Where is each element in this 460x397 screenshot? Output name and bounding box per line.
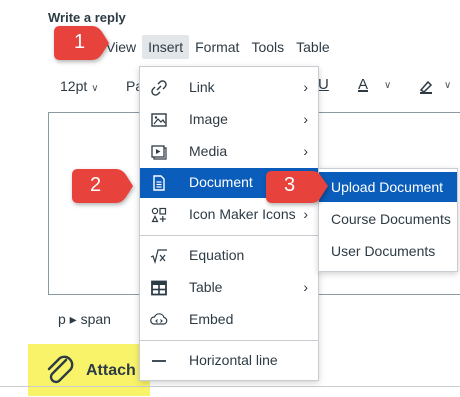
media-icon — [150, 143, 168, 161]
icon-maker-icon — [150, 206, 168, 224]
insert-menu-item-media[interactable]: Media › — [140, 137, 318, 167]
menu-item-label: Icon Maker Icons — [189, 206, 296, 222]
embed-icon — [150, 311, 168, 329]
chevron-right-icon: › — [303, 206, 308, 222]
element-path: p ▸ span — [58, 311, 111, 327]
insert-menu-item-embed[interactable]: Embed — [140, 305, 318, 335]
menu-item-label: Document — [189, 174, 253, 190]
menu-table[interactable]: Table — [290, 35, 335, 59]
menu-tools[interactable]: Tools — [245, 35, 290, 59]
chevron-right-icon: › — [303, 143, 308, 159]
image-icon — [150, 111, 168, 129]
submenu-item-user-documents[interactable]: User Documents — [319, 236, 457, 266]
callout-number: 2 — [90, 174, 102, 196]
submenu-item-label: Upload Document — [331, 179, 444, 195]
submenu-item-label: Course Documents — [331, 211, 451, 227]
menu-item-label: Image — [189, 111, 228, 127]
font-size-select[interactable]: 12pt ∨ — [60, 78, 99, 94]
attach-button[interactable]: Attach — [28, 344, 150, 396]
insert-menu-item-table[interactable]: Table › — [140, 273, 318, 303]
equation-icon — [150, 247, 168, 265]
menu-item-label: Equation — [189, 247, 245, 263]
chevron-down-icon[interactable]: ∨ — [384, 80, 391, 91]
menu-item-label: Link — [189, 79, 215, 95]
insert-menu-item-link[interactable]: Link › — [140, 73, 318, 103]
chevron-down-icon[interactable]: ∨ — [444, 80, 451, 91]
menu-separator — [140, 235, 318, 236]
horizontal-line-icon — [150, 352, 168, 370]
menu-separator — [140, 340, 318, 341]
font-size-value: 12pt — [60, 78, 88, 94]
callout-number: 3 — [284, 174, 296, 196]
menu-format[interactable]: Format — [189, 35, 245, 59]
insert-menu-item-horizontal-line[interactable]: Horizontal line — [140, 346, 318, 376]
chevron-down-icon: ∨ — [91, 83, 99, 94]
attach-label: Attach — [86, 362, 136, 379]
link-icon — [150, 79, 168, 97]
callout-number: 1 — [74, 31, 86, 53]
submenu-item-upload-document[interactable]: Upload Document — [319, 172, 457, 202]
insert-menu: Link › Image › Media › Document Icon Mak… — [139, 66, 319, 381]
text-color-button[interactable]: A — [358, 76, 368, 93]
submenu-item-course-documents[interactable]: Course Documents — [319, 204, 457, 234]
table-icon — [150, 279, 168, 297]
submenu-item-label: User Documents — [331, 243, 436, 259]
insert-menu-item-image[interactable]: Image › — [140, 105, 318, 135]
document-submenu: Upload Document Course Documents User Do… — [318, 168, 458, 272]
insert-menu-item-equation[interactable]: Equation — [140, 241, 318, 271]
menu-item-label: Media — [189, 143, 228, 159]
divider — [0, 386, 460, 387]
chevron-right-icon: › — [303, 79, 308, 95]
document-icon — [150, 174, 168, 192]
menu-item-label: Horizontal line — [189, 352, 278, 368]
menu-item-label: Table — [189, 279, 223, 295]
highlighter-icon[interactable] — [418, 78, 434, 98]
chevron-right-icon: › — [303, 111, 308, 127]
underline-button[interactable]: U — [318, 76, 329, 93]
menu-item-label: Embed — [189, 311, 234, 327]
chevron-right-icon: › — [303, 279, 308, 295]
menu-insert[interactable]: Insert — [142, 35, 190, 59]
